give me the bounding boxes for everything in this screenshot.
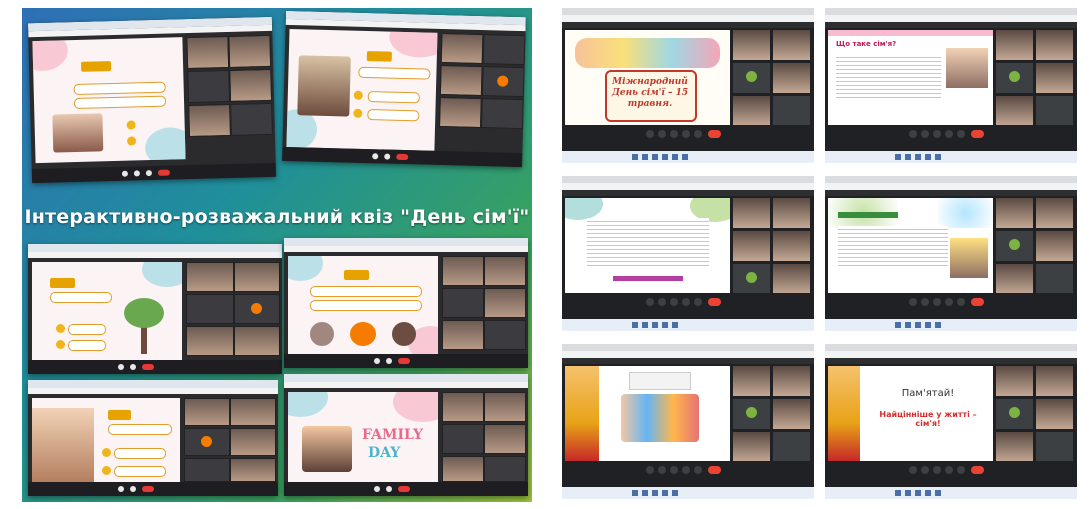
family-photo (946, 48, 988, 88)
meeting-screenshot-5 (562, 344, 814, 499)
quiz-slide (32, 37, 186, 164)
task-ribbon (80, 61, 112, 72)
address-bar (562, 15, 814, 22)
presentation-slide: Міжнародний День сім'ї – 15 травня. (565, 30, 730, 125)
presentation-slide (565, 198, 730, 293)
collage-screenshot-1 (27, 16, 277, 184)
taskbar (562, 151, 814, 163)
cartoon-children (575, 38, 720, 68)
meeting-screenshot-1: Міжнародний День сім'ї – 15 травня. (562, 8, 814, 163)
meeting-screenshot-6: Пам'ятай! Найцінніше у житті – сім'я! (825, 344, 1077, 499)
quiz-collage: Інтерактивно-розважальний квіз "День сім… (22, 8, 532, 502)
browser-tabs (562, 8, 814, 15)
end-call-button[interactable] (971, 130, 984, 138)
meeting-controls (562, 125, 814, 143)
meeting-screenshot-3 (562, 176, 814, 331)
presentation-slide (565, 366, 730, 461)
wheat-sunflower-decor (828, 366, 860, 461)
collage-screenshot-5 (28, 380, 278, 496)
presentation-slide (828, 198, 993, 293)
meeting-screenshots-grid: Міжнародний День сім'ї – 15 травня. Що т… (562, 8, 1082, 502)
family-photo (32, 408, 94, 486)
meeting-screenshot-4 (825, 176, 1077, 331)
end-call-button[interactable] (971, 298, 984, 306)
meeting-controls (31, 162, 277, 184)
meeting-title-bar (562, 22, 814, 28)
presentation-slide: Пам'ятай! Найцінніше у житті – сім'я! (828, 366, 993, 461)
collage-screenshot-2 (282, 10, 526, 168)
presentation-slide: Що таке сім'я? (828, 30, 993, 125)
slide-question: Що таке сім'я? (836, 40, 897, 48)
end-call-button[interactable] (708, 466, 721, 474)
collage-screenshot-3 (28, 244, 282, 374)
meeting-screenshot-2: Що таке сім'я? (825, 8, 1077, 163)
collage-screenshot-6: FAMILY DAY (284, 374, 528, 496)
slide-subtitle: Найцінніше у житті – сім'я! (879, 410, 977, 428)
family-illustration (621, 394, 699, 442)
family-picture (52, 113, 104, 153)
wheat-sunflower-decor (565, 366, 599, 461)
family-word: FAMILY (362, 427, 423, 443)
pumpkin-picture (350, 322, 376, 346)
slide-title: Пам'ятай! (901, 388, 955, 399)
family-tree (124, 298, 164, 354)
family-illustration (302, 426, 352, 472)
quiz-banner-title: Інтерактивно-розважальний квіз "День сім… (24, 206, 530, 228)
end-call-button[interactable] (971, 466, 984, 474)
participant-tiles (733, 30, 811, 126)
collage-screenshot-4 (284, 238, 528, 368)
end-call-button[interactable] (708, 130, 721, 138)
slide-title: Міжнародний День сім'ї – 15 травня. (611, 77, 689, 109)
day-word: DAY (368, 445, 401, 461)
end-call-button[interactable] (708, 298, 721, 306)
